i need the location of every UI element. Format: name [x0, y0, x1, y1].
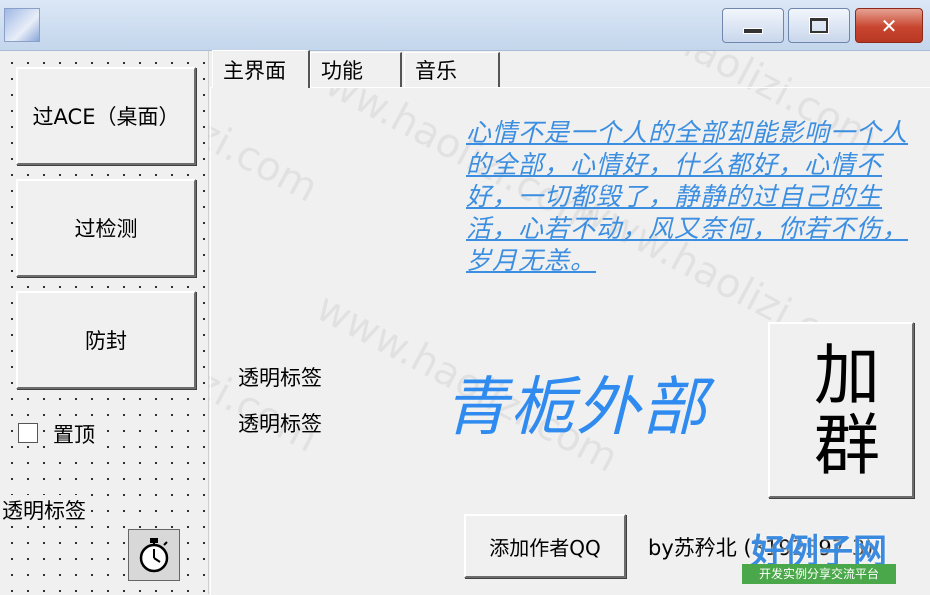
watermark-badge: 好例子网 开发实例分享交流平台	[742, 524, 896, 584]
topmost-checkbox-label[interactable]: 置顶	[50, 419, 98, 449]
bypass-ace-button[interactable]: 过ACE（桌面）	[16, 67, 196, 165]
tab-main[interactable]: 主界面	[212, 50, 310, 88]
anti-ban-button[interactable]: 防封	[16, 291, 196, 389]
close-button[interactable]: ✕	[855, 8, 923, 43]
title-bar[interactable]: ✕	[0, 0, 930, 51]
timer-button[interactable]	[128, 529, 180, 581]
minimize-button[interactable]	[722, 8, 784, 43]
join-group-button[interactable]: 加群	[768, 322, 914, 498]
minimize-icon	[743, 27, 763, 34]
tab-music[interactable]: 音乐	[404, 52, 500, 87]
quote-link[interactable]: 心情不是一个人的全部却能影响一个人的全部，心情好，什么都好，心情不好，一切都毁了…	[466, 117, 922, 277]
left-panel: 过ACE（桌面） 过检测 防封 置顶 透明标签	[0, 51, 209, 594]
brand-title: 青栀外部	[444, 371, 708, 445]
stopwatch-icon	[139, 538, 169, 573]
close-icon: ✕	[880, 13, 898, 38]
badge-subtitle: 开发实例分享交流平台	[742, 564, 896, 584]
app-icon[interactable]	[4, 8, 40, 42]
add-author-qq-button[interactable]: 添加作者QQ	[464, 514, 626, 578]
transparent-label: 透明标签	[0, 495, 88, 525]
maximize-button[interactable]	[788, 8, 850, 43]
tab-functions[interactable]: 功能	[310, 52, 402, 87]
maximize-icon	[810, 18, 828, 33]
transparent-label-1: 透明标签	[238, 366, 322, 390]
transparent-label-2: 透明标签	[238, 412, 322, 436]
bypass-detection-button[interactable]: 过检测	[16, 179, 196, 277]
topmost-checkbox[interactable]	[18, 423, 38, 443]
